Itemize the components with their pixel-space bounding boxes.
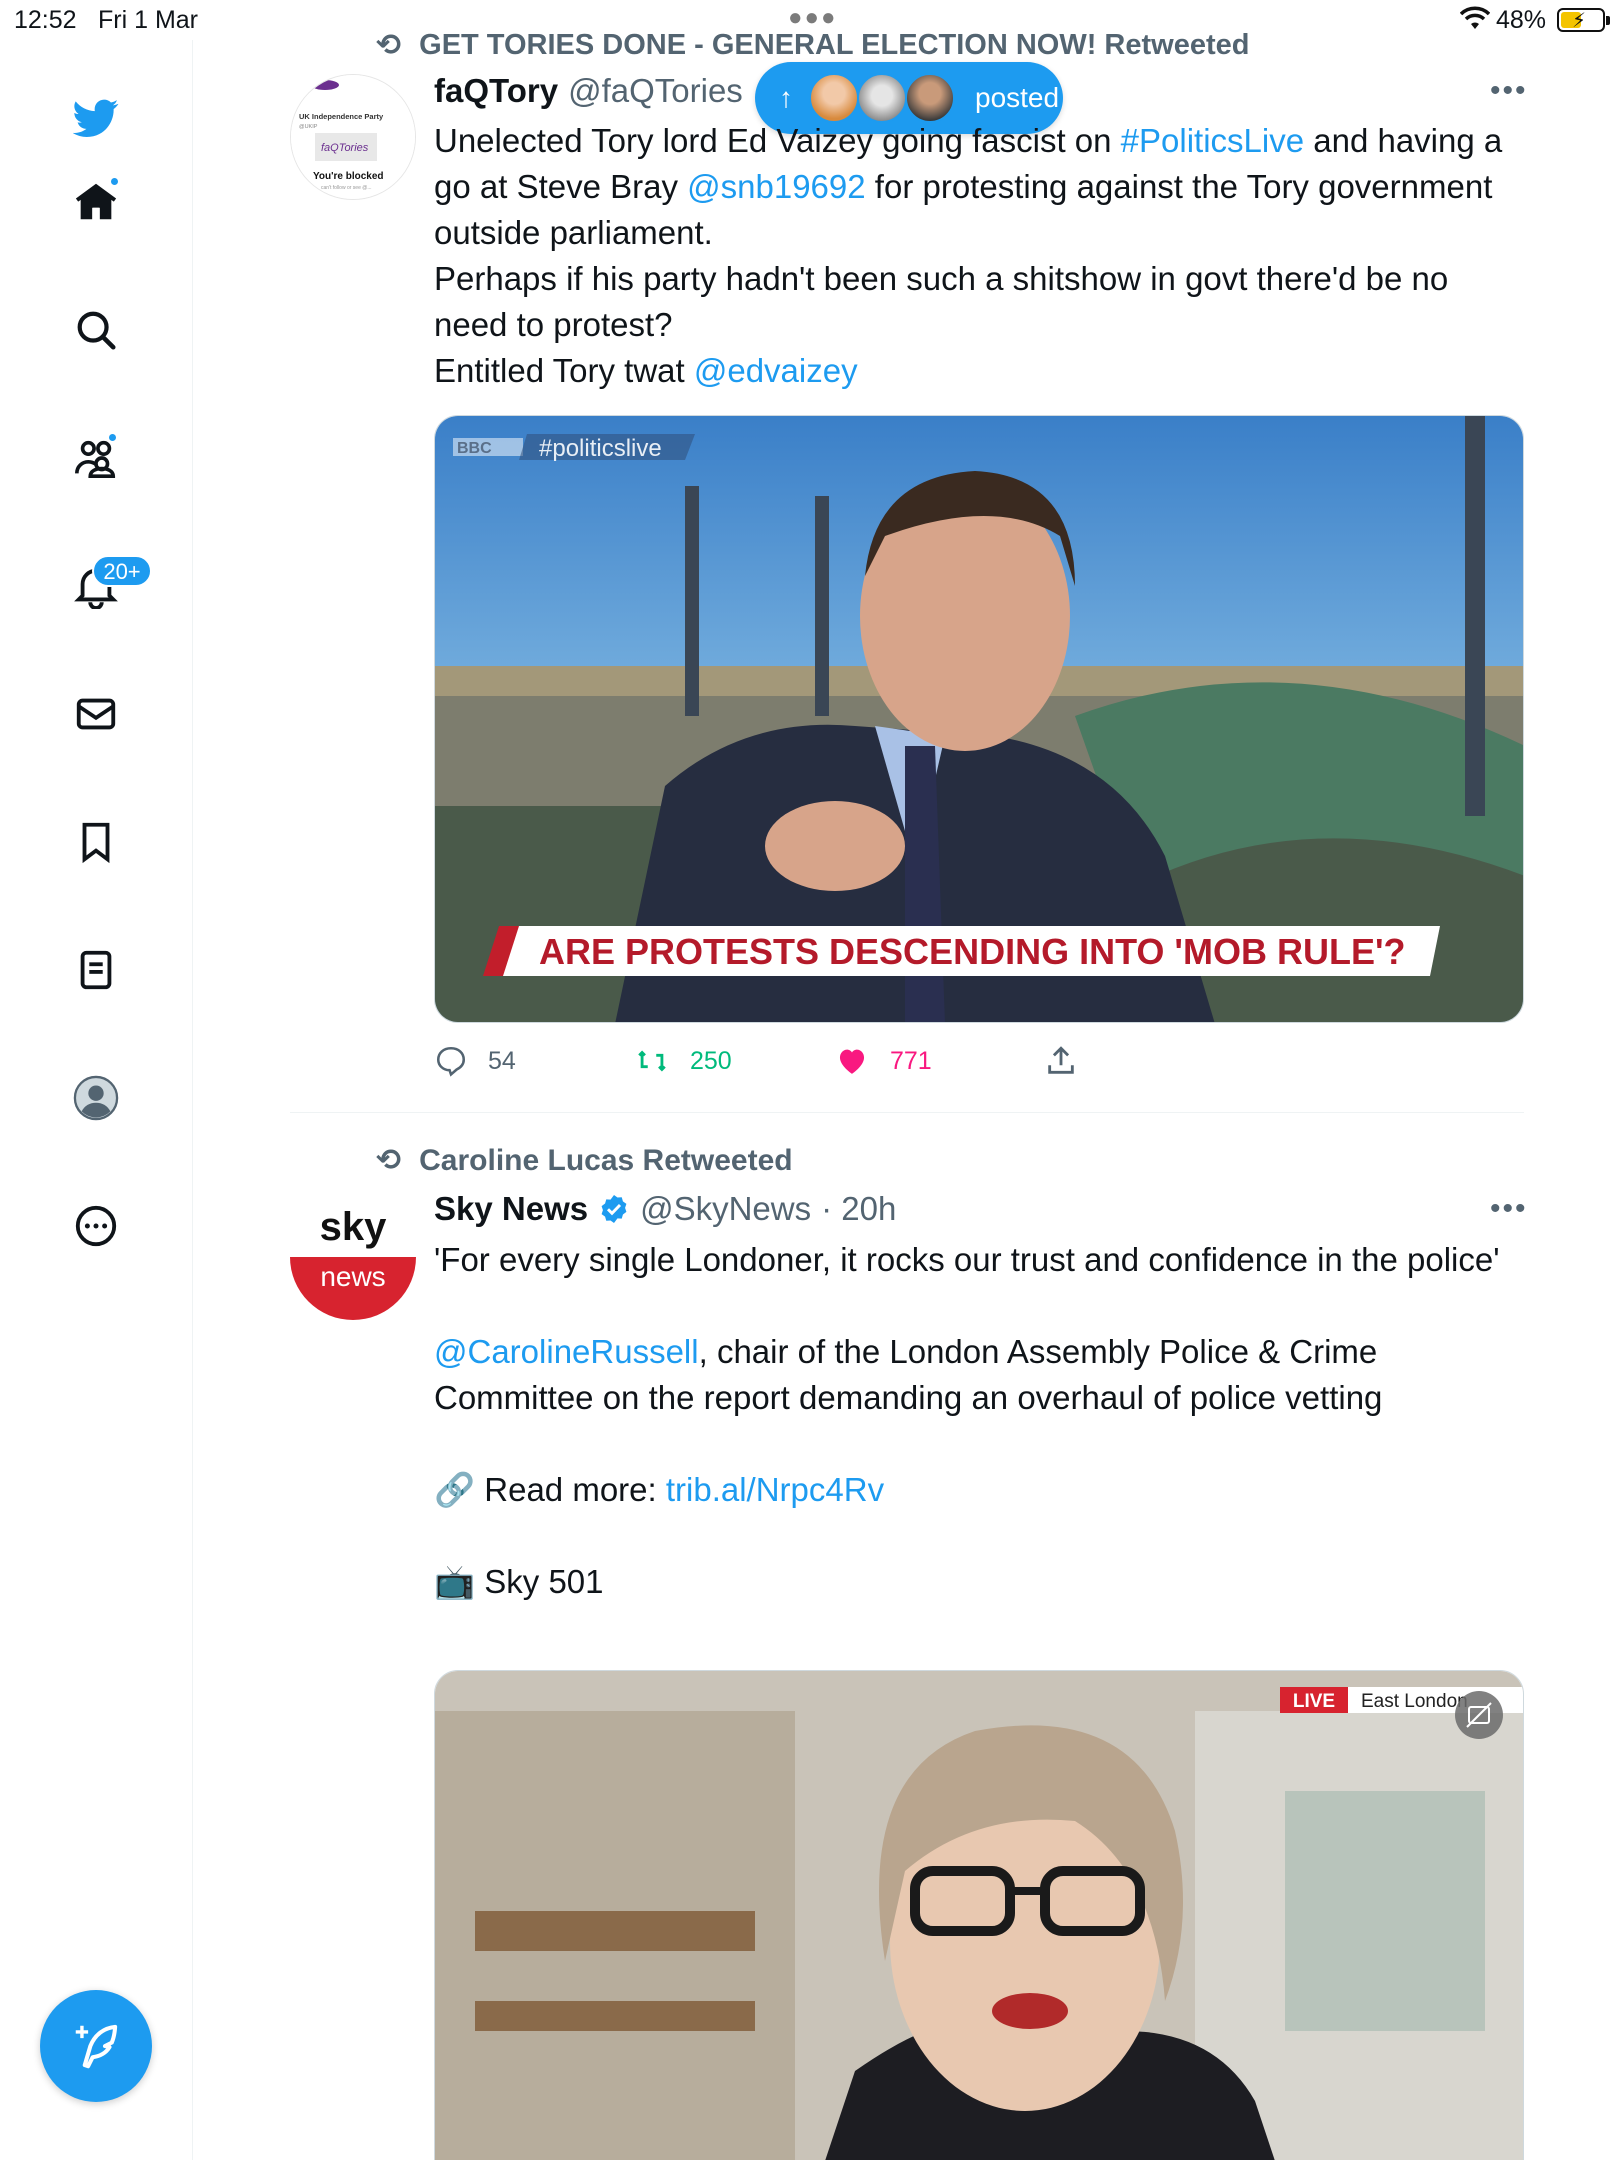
- wifi-icon: [1460, 6, 1490, 29]
- sky-news-logo: sky news: [290, 1194, 416, 1320]
- svg-text:BBC: BBC: [457, 440, 492, 457]
- bookmark-icon[interactable]: [68, 814, 124, 870]
- home-icon[interactable]: [68, 174, 124, 230]
- communities-icon[interactable]: [68, 430, 124, 486]
- like-button[interactable]: 771: [834, 1044, 932, 1078]
- battery-icon: ⚡: [1557, 8, 1610, 32]
- tweet2-paragraph: @CarolineRussell, chair of the London As…: [434, 1333, 1383, 1416]
- retweet-button[interactable]: 250: [634, 1044, 732, 1078]
- tweet2-avatar[interactable]: sky news: [290, 1194, 416, 1320]
- tweet1-line3: Entitled Tory twat @edvaizey: [434, 352, 858, 389]
- tweet1-actions: 54 250 771: [434, 1044, 1134, 1084]
- svg-text:You're blocked: You're blocked: [313, 171, 384, 182]
- status-time: 12:52: [14, 6, 77, 34]
- share-button[interactable]: [1044, 1044, 1078, 1078]
- retweet-icon: [638, 1050, 666, 1072]
- retweet-icon: ⟲: [376, 29, 402, 62]
- messages-mail-icon[interactable]: [68, 686, 124, 742]
- new-post-avatar-1: [809, 73, 859, 123]
- tweet2-quote: 'For every single Londoner, it rocks our…: [434, 1241, 1500, 1278]
- heart-filled-icon: [839, 1049, 865, 1074]
- svg-text:East London: East London: [1361, 1691, 1468, 1712]
- tweet1-text: Unelected Tory lord Ed Vaizey going fasc…: [434, 118, 1524, 394]
- tweet1-video-media[interactable]: BBC #politicslive ARE PROTESTS DESCENDIN…: [434, 415, 1524, 1023]
- tweet1-video-frame: BBC #politicslive ARE PROTESTS DESCENDIN…: [435, 416, 1523, 1022]
- retweet-icon: ⟲: [376, 1144, 402, 1177]
- reply-icon: [436, 1046, 466, 1077]
- svg-text:LIVE: LIVE: [1293, 1691, 1335, 1712]
- new-post-avatar-2: [857, 73, 907, 123]
- svg-text:#politicslive: #politicslive: [539, 435, 662, 462]
- tweet1-line1: Unelected Tory lord Ed Vaizey going fasc…: [434, 122, 1503, 251]
- read-more-link[interactable]: trib.al/Nrpc4Rv: [666, 1471, 884, 1508]
- svg-text:sky: sky: [320, 1205, 387, 1249]
- tweet2-more-menu-icon[interactable]: •••: [1490, 1192, 1528, 1226]
- tweet2-header: Sky News @SkyNews · 20h: [434, 1190, 896, 1228]
- communities-unread-dot: [107, 432, 118, 443]
- verified-badge-icon: [601, 1195, 627, 1223]
- share-icon: [1048, 1046, 1074, 1074]
- compose-tweet-button[interactable]: [40, 1990, 152, 2102]
- tweet1-header: faQTory @faQTories: [434, 72, 743, 110]
- tweet1-more-menu-icon[interactable]: •••: [1490, 74, 1528, 108]
- like-count: 771: [890, 1046, 932, 1075]
- home-unread-dot: [109, 176, 120, 187]
- retweet-count: 250: [690, 1046, 732, 1075]
- mention-link[interactable]: @snb19692: [687, 168, 865, 205]
- arrow-up-icon: ↑: [779, 82, 793, 113]
- mention-link[interactable]: @edvaizey: [694, 352, 858, 389]
- hashtag-link[interactable]: #PoliticsLive: [1121, 122, 1304, 159]
- tweet2-author-handle[interactable]: @SkyNews: [640, 1190, 811, 1228]
- sidebar: 20+: [0, 40, 193, 2160]
- svg-text:can't follow or see @...: can't follow or see @...: [321, 185, 372, 191]
- video-caption: ARE PROTESTS DESCENDING INTO 'MOB RULE'?: [539, 931, 1406, 972]
- tweet2-timestamp[interactable]: · 20h: [821, 1190, 896, 1228]
- tweet2-retweeted-by[interactable]: ⟲ Caroline Lucas Retweeted: [376, 1143, 793, 1178]
- faqtories-profile-image: UK Independence Party @UKIP faQTories Yo…: [291, 75, 415, 199]
- tweet1-line2: Perhaps if his party hadn't been such a …: [434, 260, 1449, 343]
- tweet1-avatar[interactable]: UK Independence Party @UKIP faQTories Yo…: [290, 74, 416, 200]
- tweet1-author-name[interactable]: faQTory: [434, 72, 558, 110]
- tweet1-retweeted-by[interactable]: ⟲ GET TORIES DONE - GENERAL ELECTION NOW…: [376, 28, 1249, 63]
- tweet2-video-frame: LIVE East London: [435, 1671, 1523, 2160]
- reply-count: 54: [488, 1046, 516, 1075]
- notifications-badge: 20+: [92, 555, 152, 587]
- search-icon[interactable]: [68, 302, 124, 358]
- tweet2-read-more: 🔗 Read more: trib.al/Nrpc4Rv: [434, 1471, 885, 1508]
- new-post-avatar-3: [905, 73, 955, 123]
- feather-plus-icon: [75, 2024, 118, 2069]
- lists-icon[interactable]: [68, 942, 124, 998]
- mention-link[interactable]: @CarolineRussell: [434, 1333, 699, 1370]
- tweet1-author-handle[interactable]: @faQTories: [568, 72, 743, 110]
- tweet-divider: [290, 1112, 1524, 1113]
- reply-button[interactable]: 54: [434, 1044, 516, 1078]
- tweet2-author-name[interactable]: Sky News: [434, 1190, 588, 1228]
- svg-text:UK Independence Party: UK Independence Party: [299, 112, 384, 121]
- status-date: Fri 1 Mar: [98, 6, 198, 34]
- svg-text:@UKIP: @UKIP: [299, 124, 318, 130]
- link-emoji-icon: 🔗: [434, 1471, 485, 1508]
- twitter-logo-icon[interactable]: [68, 90, 124, 146]
- battery-percent: 48%: [1496, 6, 1547, 34]
- more-options-icon[interactable]: [68, 1198, 124, 1254]
- svg-text:news: news: [320, 1261, 385, 1292]
- tweet2-text: 'For every single Londoner, it rocks our…: [434, 1237, 1524, 1605]
- svg-text:faQTories: faQTories: [321, 142, 369, 154]
- profile-avatar-icon[interactable]: [68, 1070, 124, 1126]
- tv-emoji-icon: 📺: [434, 1563, 485, 1600]
- tweet2-channel: 📺 Sky 501: [434, 1563, 604, 1600]
- tweet2-video-media[interactable]: LIVE East London: [434, 1670, 1524, 2160]
- new-posts-label: posted: [975, 82, 1060, 113]
